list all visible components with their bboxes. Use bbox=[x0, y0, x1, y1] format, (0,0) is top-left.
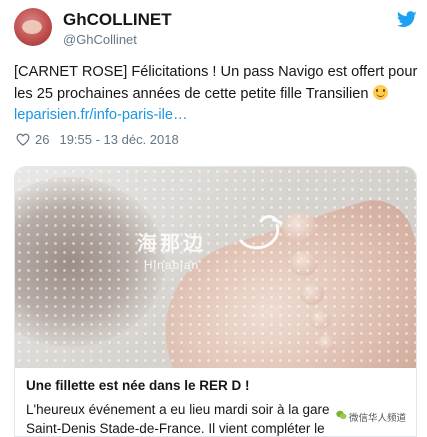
wechat-icon bbox=[336, 410, 347, 419]
user-handle[interactable]: @GhCollinet bbox=[63, 32, 137, 47]
tweet-link[interactable]: leparisien.fr/info-paris-ile… bbox=[14, 107, 188, 123]
image-watermark: 海那边 Hinabian bbox=[137, 227, 206, 272]
slightly-smiling-face-icon bbox=[372, 85, 388, 100]
display-name[interactable]: GhCOLLINET bbox=[63, 10, 172, 30]
avatar[interactable] bbox=[14, 8, 52, 46]
wechat-watermark: 微信华人频道 bbox=[333, 408, 411, 426]
tweet-text: [CARNET ROSE] Félicitations ! Un pass Na… bbox=[14, 62, 419, 126]
link-card[interactable]: 海那边 Hinabian Une fillette est née dans l… bbox=[14, 166, 417, 437]
card-title[interactable]: Une fillette est née dans le RER D ! bbox=[26, 377, 407, 395]
wechat-label: 微信华人频道 bbox=[349, 413, 407, 424]
card-image: 海那边 Hinabian bbox=[15, 167, 416, 368]
watermark-en: Hinabian bbox=[143, 258, 200, 272]
heart-icon[interactable] bbox=[16, 133, 30, 146]
tweet-text-body: [CARNET ROSE] Félicitations ! Un pass Na… bbox=[14, 64, 418, 102]
tweet: GhCOLLINET @GhCollinet [CARNET ROSE] Fél… bbox=[0, 0, 427, 437]
card-body: Une fillette est née dans le RER D ! L'h… bbox=[15, 368, 416, 436]
like-count[interactable]: 26 bbox=[35, 132, 49, 147]
card-description: L'heureux événement a eu lieu mardi soir… bbox=[26, 402, 330, 436]
tweet-meta: 26 19:55 - 13 déc. 2018 bbox=[16, 132, 179, 147]
bird-logo-icon bbox=[239, 215, 283, 250]
twitter-bird-icon[interactable] bbox=[397, 11, 417, 28]
timestamp[interactable]: 19:55 - 13 déc. 2018 bbox=[59, 132, 178, 147]
watermark-cn: 海那边 bbox=[137, 233, 206, 255]
